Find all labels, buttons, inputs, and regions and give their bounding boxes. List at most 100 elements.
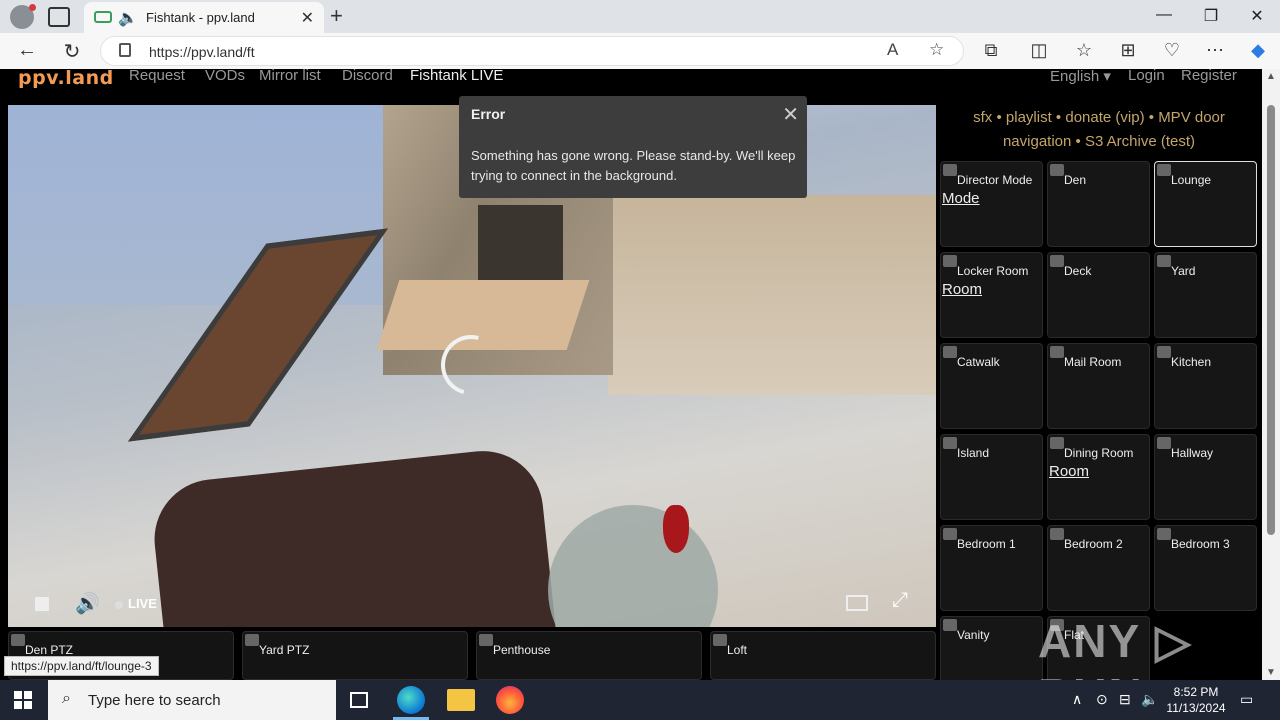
favorites-icon[interactable]: ☆ [1070, 40, 1098, 61]
tray-chevron-icon[interactable]: ∧ [1072, 691, 1082, 708]
collections-icon[interactable]: ⊞ [1114, 40, 1142, 61]
taskbar-clock[interactable]: 8:52 PM 11/13/2024 [1160, 684, 1232, 716]
link-mpv-door[interactable]: MPV door [1158, 109, 1225, 126]
network-icon[interactable]: ⊟ [1119, 691, 1131, 708]
language-select[interactable]: English ▾ [1050, 69, 1111, 85]
camera-tile-mail-room[interactable]: Mail Room [1047, 343, 1150, 429]
read-aloud-icon[interactable]: A [887, 40, 898, 60]
file-explorer-icon[interactable] [447, 689, 475, 711]
tab-audio-icon[interactable]: 🔈 [118, 8, 138, 28]
windows-taskbar: ⌕ Type here to search ∧ ⊙ ⊟ 🔈 8:52 PM 11… [0, 680, 1280, 720]
picture-in-picture-icon[interactable] [846, 595, 868, 611]
camera-alt-text: Room [942, 281, 983, 298]
camera-alt-text: Room [1049, 463, 1090, 480]
live-label[interactable]: LIVE [128, 596, 157, 611]
camera-tile-catwalk[interactable]: Catwalk [940, 343, 1043, 429]
nav-fishtank-live[interactable]: Fishtank LIVE [410, 69, 503, 84]
profile-avatar-icon[interactable] [10, 4, 36, 29]
close-icon[interactable]: ✕ [782, 102, 799, 127]
link-separator: • [1075, 133, 1081, 150]
firefox-icon[interactable] [496, 686, 524, 714]
camera-thumbnail-icon [1157, 346, 1171, 358]
camera-tile-vanity[interactable]: Vanity [940, 616, 1043, 680]
scroll-up-icon[interactable]: ▲ [1266, 71, 1276, 82]
browser-tab-active[interactable]: 🔈 Fishtank - ppv.land ✕ [84, 2, 324, 33]
link-sfx[interactable]: sfx [973, 109, 992, 126]
minimize-button[interactable]: — [1149, 6, 1179, 24]
address-bar[interactable]: https://ppv.land/ft A ☆ [100, 36, 964, 66]
camera-tile-lounge[interactable]: Lounge [1154, 161, 1257, 247]
camera-thumbnail-icon [713, 634, 727, 646]
tray-device-icon[interactable]: ⊙ [1096, 691, 1108, 708]
tab-close-icon[interactable]: ✕ [301, 8, 314, 28]
camera-tile-dining-room[interactable]: Dining Room Room [1047, 434, 1150, 520]
camera-tile-deck[interactable]: Deck [1047, 252, 1150, 338]
camera-thumbnail-icon [1157, 437, 1171, 449]
split-screen-icon[interactable]: ◫ [1025, 40, 1053, 61]
camera-name: Locker Room [957, 264, 1029, 278]
bottom-camera-penthouse[interactable]: Penthouse [476, 631, 702, 680]
scroll-down-icon[interactable]: ▼ [1266, 667, 1276, 678]
volume-icon[interactable]: 🔊 [75, 591, 100, 616]
start-button[interactable] [14, 691, 32, 709]
camera-tile-kitchen[interactable]: Kitchen [1154, 343, 1257, 429]
url-text[interactable]: https://ppv.land/ft [149, 44, 255, 60]
bottom-camera-yard-ptz[interactable]: Yard PTZ [242, 631, 468, 680]
camera-tile-yard[interactable]: Yard [1154, 252, 1257, 338]
camera-name: Dining Room [1064, 446, 1134, 460]
camera-thumbnail-icon [943, 528, 957, 540]
link-separator: • [996, 109, 1002, 126]
video-scene-vase [663, 505, 689, 553]
fullscreen-icon[interactable]: ⤢ [892, 589, 908, 612]
bottom-camera-loft[interactable]: Loft [710, 631, 936, 680]
register-link[interactable]: Register [1181, 69, 1237, 84]
maximize-button[interactable]: ❐ [1196, 6, 1226, 26]
new-tab-button[interactable]: + [330, 3, 343, 29]
more-menu-icon[interactable]: ⋯ [1201, 40, 1229, 61]
speaker-icon[interactable]: 🔈 [1141, 691, 1158, 708]
nav-request[interactable]: Request [129, 69, 185, 84]
camera-tile-den[interactable]: Den [1047, 161, 1150, 247]
login-link[interactable]: Login [1128, 69, 1165, 84]
camera-tile-bedroom-2[interactable]: Bedroom 2 [1047, 525, 1150, 611]
camera-tile-director-mode[interactable]: Director Mode Mode [940, 161, 1043, 247]
task-view-icon[interactable] [350, 692, 368, 708]
notifications-icon[interactable]: ▭ [1240, 691, 1253, 708]
search-icon: ⌕ [62, 690, 71, 707]
camera-tile-island[interactable]: Island [940, 434, 1043, 520]
lock-icon[interactable] [119, 43, 131, 57]
camera-thumbnail-icon [943, 164, 957, 176]
camera-tile-hallway[interactable]: Hallway [1154, 434, 1257, 520]
page-scrollbar[interactable]: ▲ ▼ [1262, 69, 1280, 680]
back-icon[interactable]: ← [14, 39, 40, 62]
link-playlist[interactable]: playlist [1006, 109, 1052, 126]
error-dialog-message: Something has gone wrong. Please stand-b… [471, 148, 796, 183]
camera-tile-bedroom-3[interactable]: Bedroom 3 [1154, 525, 1257, 611]
error-dialog: Error ✕ Something has gone wrong. Please… [459, 96, 807, 198]
camera-name: Catwalk [957, 355, 1000, 369]
camera-tile-bedroom-1[interactable]: Bedroom 1 [940, 525, 1043, 611]
camera-name: Island [957, 446, 990, 460]
camera-name: Bedroom 3 [1171, 537, 1230, 551]
refresh-icon[interactable]: ↻ [59, 39, 85, 64]
taskbar-search[interactable]: ⌕ Type here to search [48, 680, 336, 720]
link-navigation[interactable]: navigation [1003, 133, 1071, 150]
camera-tile-locker-room[interactable]: Locker Room Room [940, 252, 1043, 338]
copilot-icon[interactable]: ◆ [1244, 40, 1272, 61]
scroll-thumb[interactable] [1267, 105, 1275, 535]
nav-vods[interactable]: VODs [205, 69, 245, 84]
nav-mirror-list[interactable]: Mirror list [259, 69, 321, 84]
camera-name: Bedroom 2 [1064, 537, 1123, 551]
link-s3-archive[interactable]: S3 Archive (test) [1085, 133, 1195, 150]
extensions-icon[interactable]: ⧉ [977, 40, 1005, 61]
tab-actions-icon[interactable] [48, 7, 70, 27]
link-donate-vip[interactable]: donate (vip) [1065, 109, 1144, 126]
site-logo[interactable]: ppv.land [18, 69, 114, 89]
favorite-star-icon[interactable]: ☆ [929, 40, 944, 60]
performance-icon[interactable]: ♡ [1158, 40, 1186, 61]
close-window-button[interactable]: ✕ [1242, 6, 1272, 26]
camera-name: Bedroom 1 [957, 537, 1016, 551]
nav-discord[interactable]: Discord [342, 69, 393, 84]
stop-button[interactable] [35, 597, 49, 611]
edge-icon[interactable] [397, 686, 425, 714]
